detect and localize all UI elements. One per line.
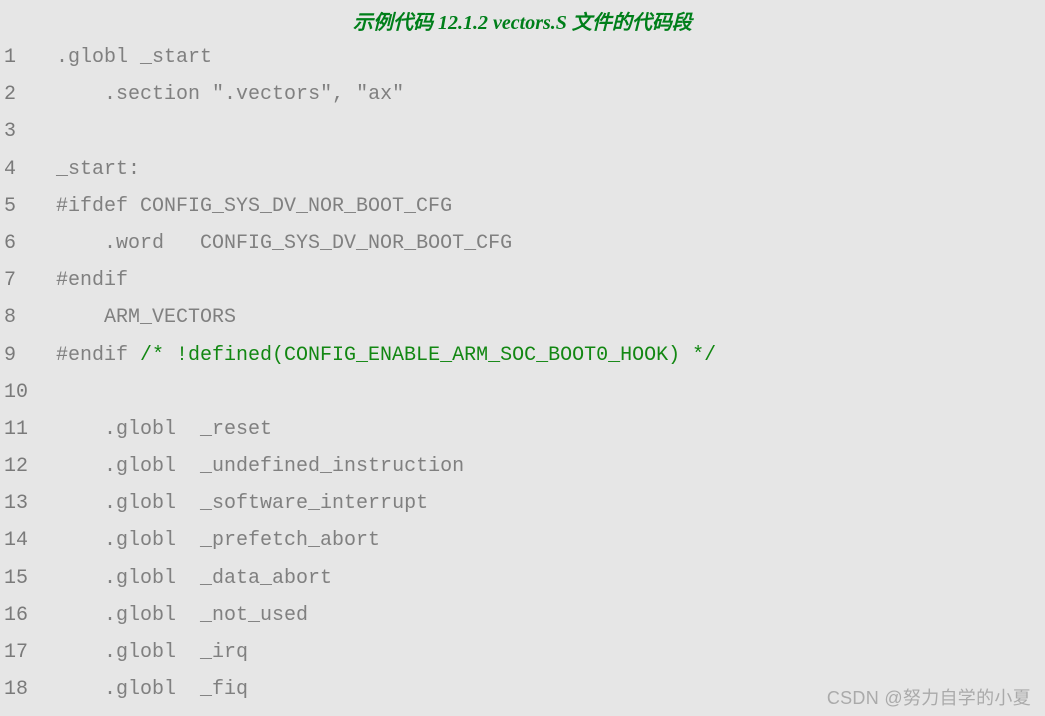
line-number: 14 [0, 522, 38, 559]
code-content: .word CONFIG_SYS_DV_NOR_BOOT_CFG [38, 225, 512, 262]
line-number: 5 [0, 188, 38, 225]
code-line: 16 .globl _not_used [0, 597, 1045, 634]
line-number: 18 [0, 671, 38, 708]
code-line: 5#ifdef CONFIG_SYS_DV_NOR_BOOT_CFG [0, 188, 1045, 225]
code-line: 9#endif /* !defined(CONFIG_ENABLE_ARM_SO… [0, 337, 1045, 374]
code-content: .globl _not_used [38, 597, 308, 634]
code-content: .globl _prefetch_abort [38, 522, 380, 559]
listing-title: 示例代码 12.1.2 vectors.S 文件的代码段 [0, 0, 1045, 39]
code-content: .globl _irq [38, 634, 248, 671]
line-number: 6 [0, 225, 38, 262]
code-content: .globl _undefined_instruction [38, 448, 464, 485]
code-line: 10 [0, 374, 1045, 411]
code-area: 1.globl _start2 .section ".vectors", "ax… [0, 39, 1045, 708]
line-number: 9 [0, 337, 38, 374]
code-content: #endif [38, 262, 128, 299]
code-line: 1.globl _start [0, 39, 1045, 76]
code-line: 14 .globl _prefetch_abort [0, 522, 1045, 559]
code-content: ARM_VECTORS [38, 299, 236, 336]
code-content: .globl _fiq [38, 671, 248, 708]
code-line: 6 .word CONFIG_SYS_DV_NOR_BOOT_CFG [0, 225, 1045, 262]
code-line: 8 ARM_VECTORS [0, 299, 1045, 336]
line-number: 7 [0, 262, 38, 299]
code-content: .globl _software_interrupt [38, 485, 428, 522]
code-listing-container: 示例代码 12.1.2 vectors.S 文件的代码段 1.globl _st… [0, 0, 1045, 716]
code-line: 13 .globl _software_interrupt [0, 485, 1045, 522]
line-number: 1 [0, 39, 38, 76]
line-number: 10 [0, 374, 38, 411]
line-number: 12 [0, 448, 38, 485]
code-line: 11 .globl _reset [0, 411, 1045, 448]
code-line: 4_start: [0, 151, 1045, 188]
code-line: 3 [0, 113, 1045, 150]
line-number: 2 [0, 76, 38, 113]
code-line: 18 .globl _fiq [0, 671, 1045, 708]
line-number: 3 [0, 113, 38, 150]
line-number: 16 [0, 597, 38, 634]
code-content: _start: [38, 151, 140, 188]
code-content: .section ".vectors", "ax" [38, 76, 404, 113]
code-content: #endif /* !defined(CONFIG_ENABLE_ARM_SOC… [38, 337, 716, 374]
code-line: 12 .globl _undefined_instruction [0, 448, 1045, 485]
code-content: .globl _data_abort [38, 560, 332, 597]
line-number: 17 [0, 634, 38, 671]
code-content: .globl _reset [38, 411, 272, 448]
line-number: 8 [0, 299, 38, 336]
line-number: 15 [0, 560, 38, 597]
line-number: 11 [0, 411, 38, 448]
code-content: .globl _start [38, 39, 212, 76]
code-line: 7#endif [0, 262, 1045, 299]
line-number: 13 [0, 485, 38, 522]
code-line: 15 .globl _data_abort [0, 560, 1045, 597]
code-line: 17 .globl _irq [0, 634, 1045, 671]
line-number: 4 [0, 151, 38, 188]
code-content: #ifdef CONFIG_SYS_DV_NOR_BOOT_CFG [38, 188, 452, 225]
code-line: 2 .section ".vectors", "ax" [0, 76, 1045, 113]
